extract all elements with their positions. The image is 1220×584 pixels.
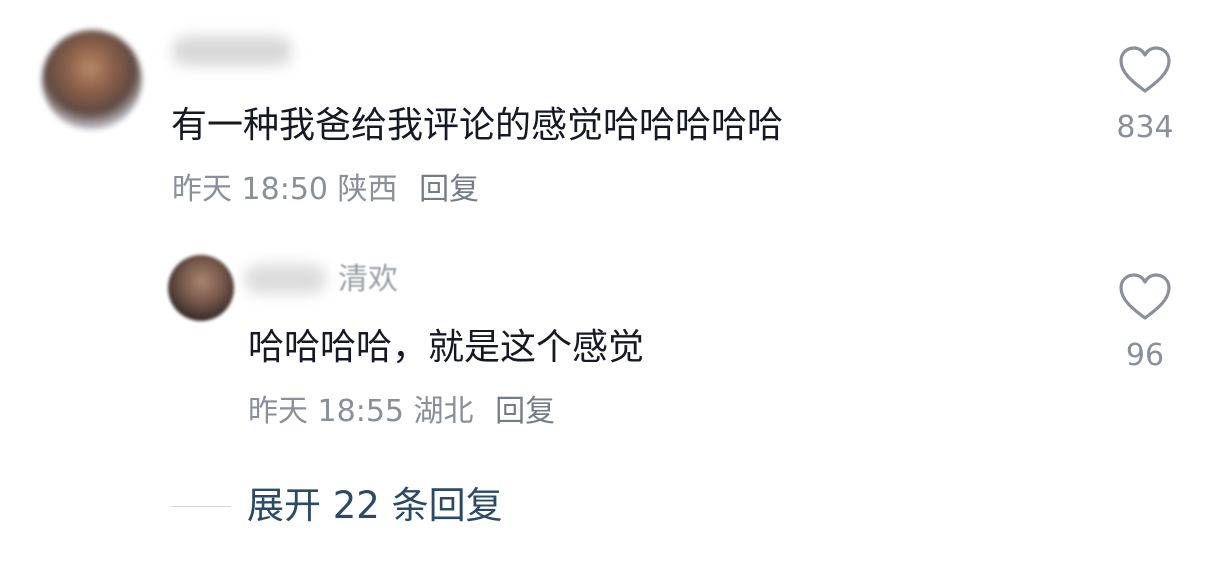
reply-text: 哈哈哈哈，就是这个感觉	[248, 327, 645, 368]
reply-to-reply-button[interactable]: 回复	[495, 394, 555, 429]
heart-outline-icon[interactable]	[1116, 44, 1174, 96]
reply-like-count: 96	[1125, 338, 1165, 373]
avatar[interactable]	[42, 30, 142, 130]
username-blurred[interactable]	[172, 36, 292, 66]
reply-meta: 昨天 18:55 湖北 回复	[248, 394, 555, 430]
expand-divider	[171, 506, 231, 507]
reply-location: 湖北	[413, 394, 474, 429]
reply-time: 昨天 18:55	[248, 394, 404, 429]
like-count: 834	[1116, 110, 1174, 145]
comment-text: 有一种我爸给我评论的感觉哈哈哈哈哈	[171, 105, 784, 146]
comment-time: 昨天 18:50	[172, 172, 328, 207]
comment-location: 陕西	[337, 172, 398, 207]
reply-username[interactable]: 清欢	[338, 262, 398, 298]
reply-avatar[interactable]	[168, 255, 234, 321]
reply-button[interactable]: 回复	[419, 172, 479, 207]
comment-meta: 昨天 18:50 陕西 回复	[172, 172, 479, 208]
reply-username-blurred[interactable]	[244, 264, 326, 294]
expand-replies-button[interactable]: 展开 22 条回复	[247, 483, 503, 529]
heart-outline-icon[interactable]	[1116, 271, 1174, 323]
